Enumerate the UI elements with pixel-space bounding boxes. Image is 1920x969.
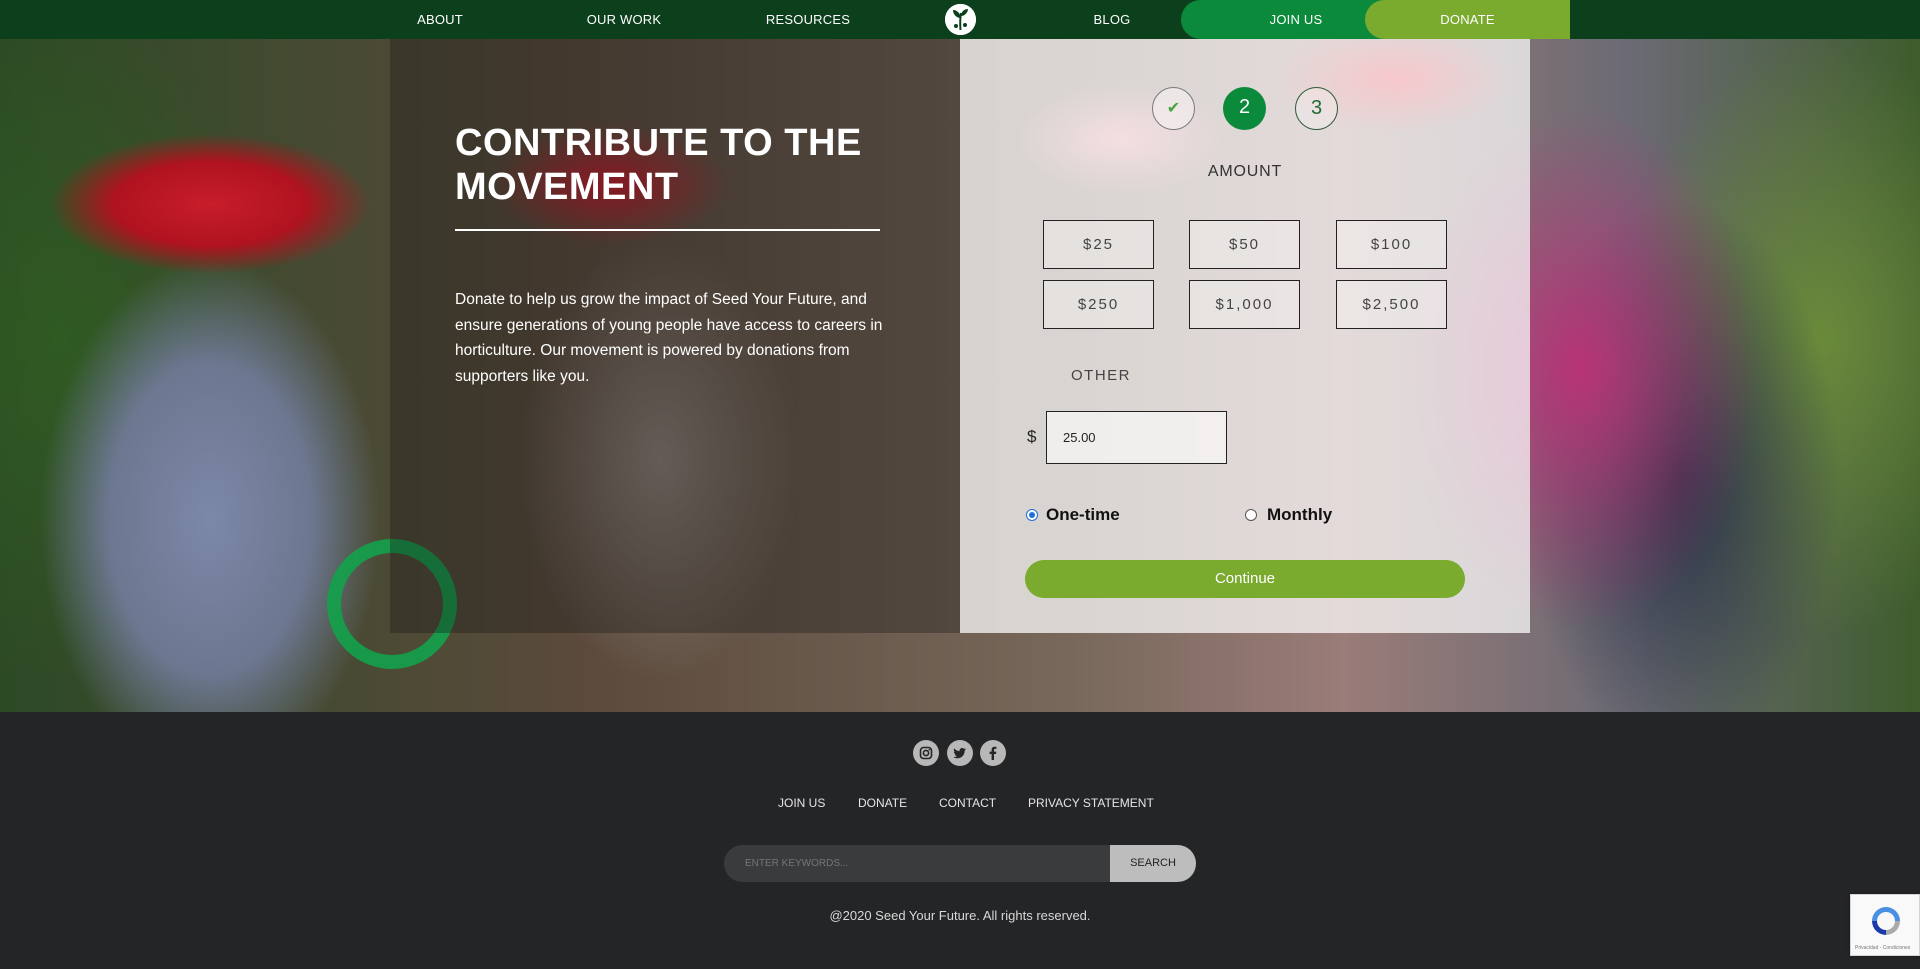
nav-our-work[interactable]: OUR WORK: [574, 0, 674, 39]
donation-form-panel: ✔ 2 3 AMOUNT $25 $50 $100 $250 $1,000 $2…: [960, 39, 1530, 633]
amount-option-1000[interactable]: $1,000: [1189, 280, 1300, 329]
top-navigation: ABOUT OUR WORK RESOURCES BLOG JOIN US DO…: [0, 0, 1920, 39]
other-amount-input[interactable]: [1046, 411, 1227, 464]
page-title: CONTRIBUTE TO THE MOVEMENT: [455, 122, 862, 208]
footer-link-join-us[interactable]: JOIN US: [778, 796, 825, 810]
seed-logo-icon[interactable]: [945, 4, 976, 35]
recaptcha-icon: [1872, 907, 1900, 935]
amount-option-50[interactable]: $50: [1189, 220, 1300, 269]
facebook-icon[interactable]: [980, 740, 1006, 766]
title-divider: [455, 229, 880, 231]
footer-search-input[interactable]: [724, 845, 1110, 882]
site-footer: JOIN US DONATE CONTACT PRIVACY STATEMENT…: [0, 712, 1920, 969]
amount-option-25[interactable]: $25: [1043, 220, 1154, 269]
footer-link-privacy-statement[interactable]: PRIVACY STATEMENT: [1028, 796, 1154, 810]
nav-donate-button[interactable]: DONATE: [1365, 0, 1570, 39]
nav-about[interactable]: ABOUT: [390, 0, 490, 39]
footer-search-button[interactable]: SEARCH: [1110, 845, 1196, 882]
continue-button[interactable]: Continue: [1025, 560, 1465, 598]
hero-background-photo: CONTRIBUTE TO THE MOVEMENT Donate to hel…: [0, 39, 1920, 712]
intro-description: Donate to help us grow the impact of See…: [455, 291, 883, 385]
recaptcha-text: Privacidad - Condiciones: [1855, 945, 1911, 951]
currency-symbol: $: [1027, 427, 1037, 446]
other-amount-label: OTHER: [1071, 367, 1131, 384]
step-2-active: 2: [1223, 87, 1266, 130]
intro-panel: CONTRIBUTE TO THE MOVEMENT Donate to hel…: [390, 39, 960, 633]
monthly-radio[interactable]: [1245, 509, 1257, 521]
footer-link-contact[interactable]: CONTACT: [939, 796, 996, 810]
monthly-label[interactable]: Monthly: [1267, 505, 1332, 525]
recaptcha-badge[interactable]: Privacidad - Condiciones: [1850, 894, 1920, 956]
nav-resources[interactable]: RESOURCES: [758, 0, 858, 39]
twitter-icon[interactable]: [947, 740, 973, 766]
footer-link-donate[interactable]: DONATE: [858, 796, 907, 810]
nav-blog[interactable]: BLOG: [1062, 0, 1162, 39]
amount-option-250[interactable]: $250: [1043, 280, 1154, 329]
one-time-label[interactable]: One-time: [1046, 505, 1120, 525]
step-3-upcoming: 3: [1295, 87, 1338, 130]
amount-option-100[interactable]: $100: [1336, 220, 1447, 269]
copyright-text: @2020 Seed Your Future. All rights reser…: [829, 908, 1091, 923]
one-time-radio[interactable]: [1026, 509, 1038, 521]
step-1-complete-check-icon[interactable]: ✔: [1152, 87, 1195, 130]
amount-option-2500[interactable]: $2,500: [1336, 280, 1447, 329]
amount-label: AMOUNT: [1207, 163, 1283, 180]
instagram-icon[interactable]: [913, 740, 939, 766]
